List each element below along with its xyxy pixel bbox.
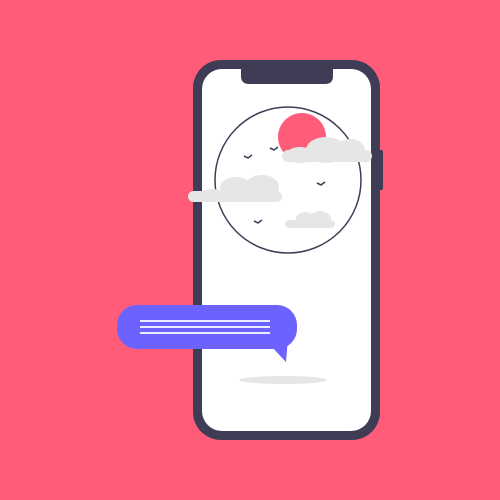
phone-notch (241, 69, 333, 84)
phone-chat-illustration (117, 60, 383, 440)
illustration-background (0, 0, 500, 500)
ground-shadow (239, 376, 327, 384)
